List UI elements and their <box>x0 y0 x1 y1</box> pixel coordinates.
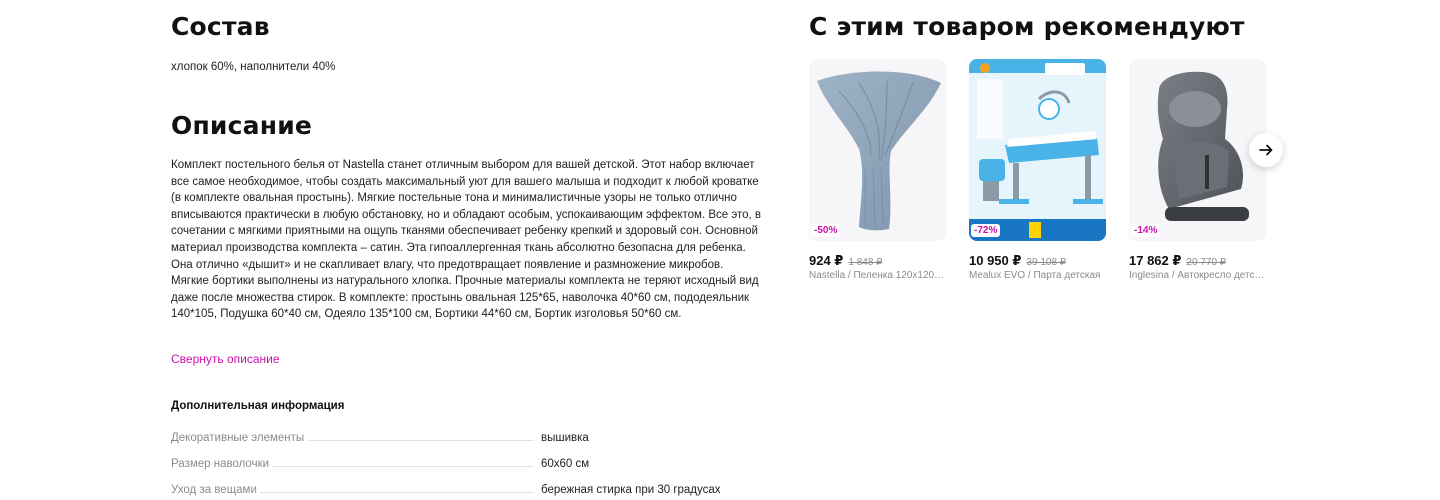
collapse-description-link[interactable]: Свернуть описание <box>171 352 280 366</box>
product-name[interactable]: Inglesina / Автокресло детское <box>1129 270 1266 281</box>
price: 924 ₽ <box>809 253 844 268</box>
spec-row: Уход за вещами бережная стирка при 30 гр… <box>171 480 761 496</box>
blanket-image <box>817 71 941 231</box>
spec-divider <box>260 492 533 493</box>
price-row: 17 862 ₽ 20 770 ₽ <box>1129 252 1226 270</box>
old-price: 39 108 ₽ <box>1026 257 1067 268</box>
price: 10 950 ₽ <box>969 253 1022 268</box>
spec-name: Декоративные элементы <box>171 432 305 444</box>
product-card[interactable]: -72% 10 950 ₽ 39 108 ₽ Mealux EVO / Парта… <box>969 59 1106 281</box>
description-text: Комплект постельного белья от Nastella с… <box>171 159 761 321</box>
composition-title: Состав <box>171 12 270 41</box>
product-card[interactable]: -50% 924 ₽ 1 848 ₽ Nastella / Пеленка 120… <box>809 59 946 281</box>
product-image[interactable]: -72% <box>969 59 1106 241</box>
carousel-next-button[interactable] <box>1249 133 1283 167</box>
discount-badge: -50% <box>811 224 841 237</box>
spec-name: Уход за вещами <box>171 484 257 496</box>
composition-text: хлопок 60%, наполнители 40% <box>171 61 336 73</box>
spec-row: Размер наволочки 60x60 см <box>171 454 761 470</box>
kids-desk-image <box>969 59 1106 241</box>
recommendations-title: С этим товаром рекомендуют <box>809 12 1245 41</box>
price: 17 862 ₽ <box>1129 253 1182 268</box>
description-title: Описание <box>171 111 313 140</box>
spec-divider <box>308 440 533 441</box>
spec-row: Декоративные элементы вышивка <box>171 428 761 444</box>
product-card[interactable]: -14% 17 862 ₽ 20 770 ₽ Inglesina / Автокр… <box>1129 59 1266 281</box>
price-row: 924 ₽ 1 848 ₽ <box>809 252 883 270</box>
spec-divider <box>273 466 533 467</box>
additional-info-title: Дополнительная информация <box>171 400 345 412</box>
spec-name: Размер наволочки <box>171 458 270 470</box>
old-price: 1 848 ₽ <box>848 257 883 268</box>
spec-value: вышивка <box>541 432 589 444</box>
car-seat-image <box>1157 71 1249 221</box>
price-row: 10 950 ₽ 39 108 ₽ <box>969 252 1066 270</box>
product-image[interactable]: -14% <box>1129 59 1266 241</box>
spec-value: бережная стирка при 30 градусах <box>541 484 721 496</box>
arrow-right-icon <box>1259 144 1273 156</box>
product-image[interactable]: -50% <box>809 59 946 241</box>
product-name[interactable]: Mealux EVO / Парта детская <box>969 270 1106 281</box>
spec-value: 60x60 см <box>541 458 590 470</box>
product-name[interactable]: Nastella / Пеленка 120x120 см <box>809 270 946 281</box>
discount-badge: -14% <box>1131 224 1161 237</box>
discount-badge: -72% <box>971 224 1001 237</box>
old-price: 20 770 ₽ <box>1186 257 1227 268</box>
